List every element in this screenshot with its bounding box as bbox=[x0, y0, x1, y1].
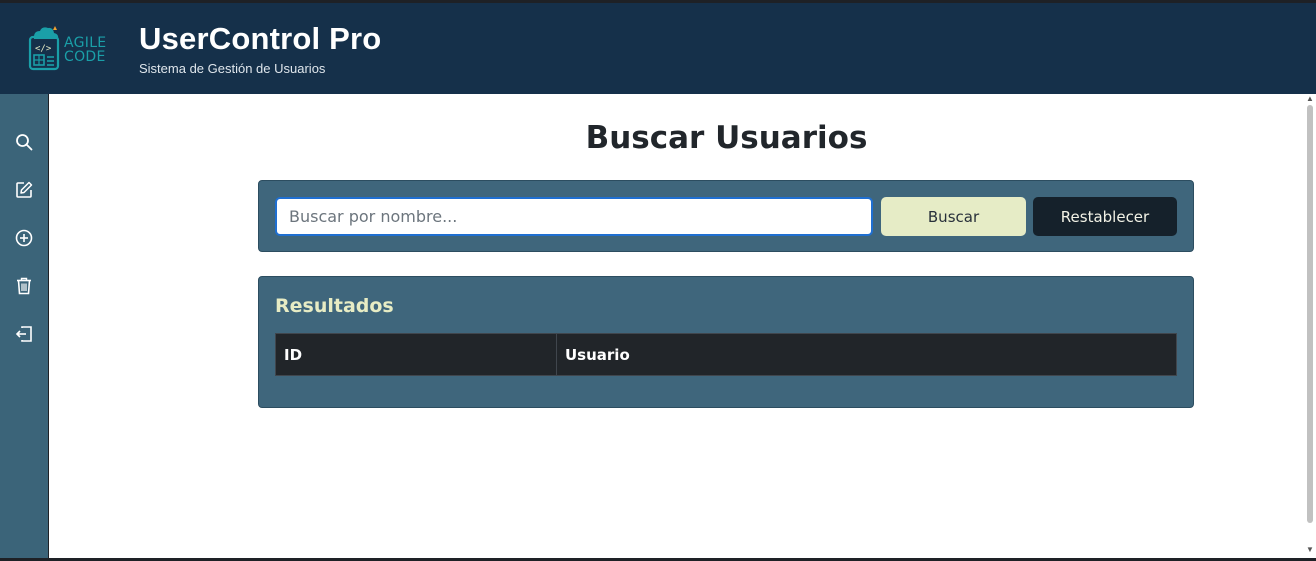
app-header: </> AGILE CODE UserControl Pro Sistema d… bbox=[0, 3, 1316, 94]
search-input[interactable] bbox=[275, 197, 873, 236]
logo-mark-icon: </> bbox=[28, 26, 60, 71]
sidebar-item-delete[interactable] bbox=[12, 274, 36, 298]
logo-wordmark: AGILE CODE bbox=[64, 36, 106, 64]
column-header-id[interactable]: ID bbox=[275, 333, 557, 376]
trash-icon bbox=[17, 277, 31, 295]
page-title: Buscar Usuarios bbox=[585, 120, 868, 156]
search-panel: Buscar Restablecer bbox=[258, 180, 1194, 252]
sidebar bbox=[0, 94, 48, 558]
sidebar-item-logout[interactable] bbox=[12, 322, 36, 346]
scroll-up-arrow-icon[interactable]: ▲ bbox=[1306, 95, 1314, 103]
scroll-thumb[interactable] bbox=[1307, 105, 1313, 523]
scroll-down-arrow-icon[interactable]: ▼ bbox=[1306, 546, 1314, 554]
search-button[interactable]: Buscar bbox=[881, 197, 1026, 236]
sidebar-item-search[interactable] bbox=[12, 130, 36, 154]
reset-button[interactable]: Restablecer bbox=[1033, 197, 1177, 236]
edit-icon bbox=[16, 181, 33, 198]
logo-line-2: CODE bbox=[64, 49, 106, 65]
vertical-scrollbar[interactable]: ▲ ▼ bbox=[1304, 94, 1316, 558]
results-panel: Resultados ID Usuario bbox=[258, 276, 1194, 408]
sidebar-item-edit[interactable] bbox=[12, 178, 36, 202]
app-subtitle: Sistema de Gestión de Usuarios bbox=[139, 61, 326, 76]
svg-text:</>: </> bbox=[35, 44, 52, 54]
logo-line-1: AGILE bbox=[64, 35, 107, 51]
sidebar-item-add[interactable] bbox=[12, 226, 36, 250]
main-content: Buscar Usuarios Buscar Restablecer Resul… bbox=[49, 94, 1304, 558]
logout-icon bbox=[15, 326, 32, 342]
search-icon bbox=[16, 134, 33, 151]
plus-circle-icon bbox=[15, 229, 33, 247]
results-table: ID Usuario bbox=[275, 333, 1177, 376]
table-header-row: ID Usuario bbox=[275, 333, 1177, 376]
column-header-usuario[interactable]: Usuario bbox=[556, 333, 1177, 376]
app-title: UserControl Pro bbox=[139, 21, 382, 56]
results-title: Resultados bbox=[275, 295, 394, 317]
agile-code-logo[interactable]: </> AGILE CODE bbox=[26, 25, 116, 75]
